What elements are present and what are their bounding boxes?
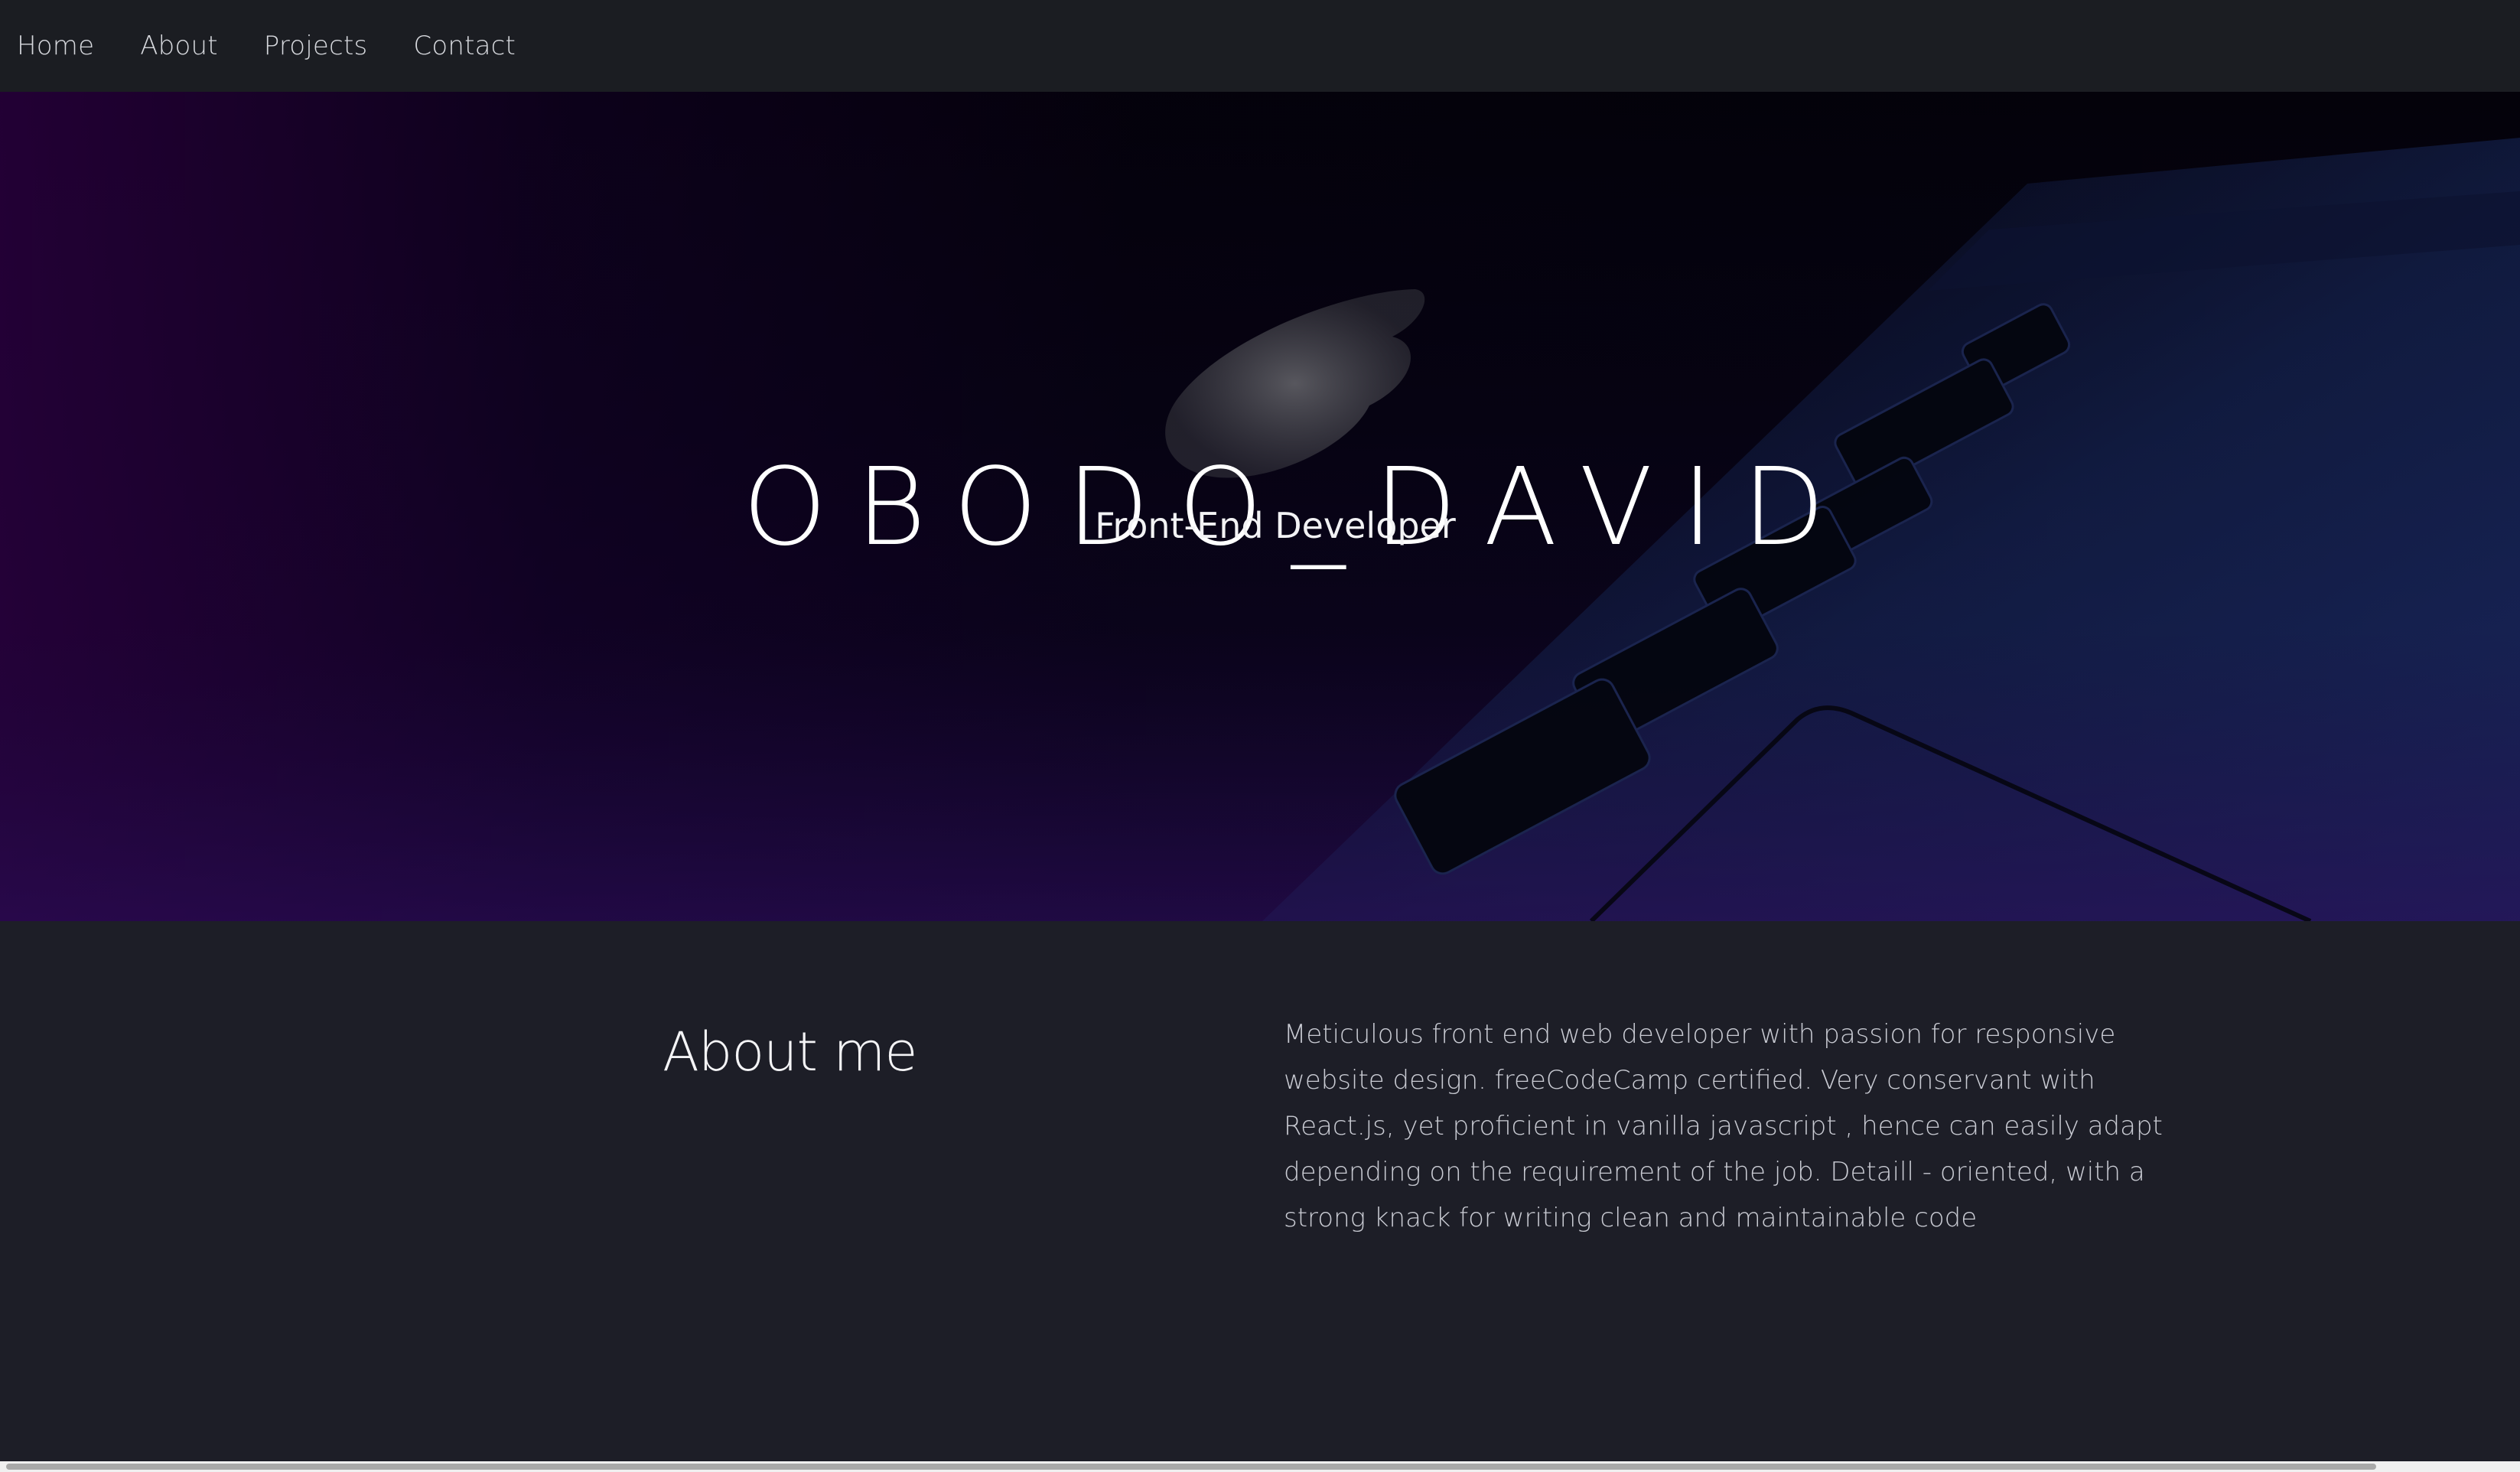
horizontal-scrollbar[interactable] xyxy=(0,1461,2520,1472)
hero-section: OBODO_DAVID Front-End Developer xyxy=(0,92,2520,921)
about-description: Meticulous front end web developer with … xyxy=(1284,1019,2163,1233)
nav-link-home[interactable]: Home xyxy=(17,31,94,61)
scrollbar-thumb[interactable] xyxy=(6,1464,2376,1470)
nav-link-projects[interactable]: Projects xyxy=(264,31,368,61)
about-heading: About me xyxy=(663,1021,917,1083)
nav-link-contact[interactable]: Contact xyxy=(413,31,516,61)
hero-subtitle: Front-End Developer xyxy=(1095,505,1456,546)
about-section: About me Meticulous front end web develo… xyxy=(0,921,2520,1463)
top-navigation: Home About Projects Contact xyxy=(0,0,2520,92)
nav-link-about[interactable]: About xyxy=(140,31,218,61)
